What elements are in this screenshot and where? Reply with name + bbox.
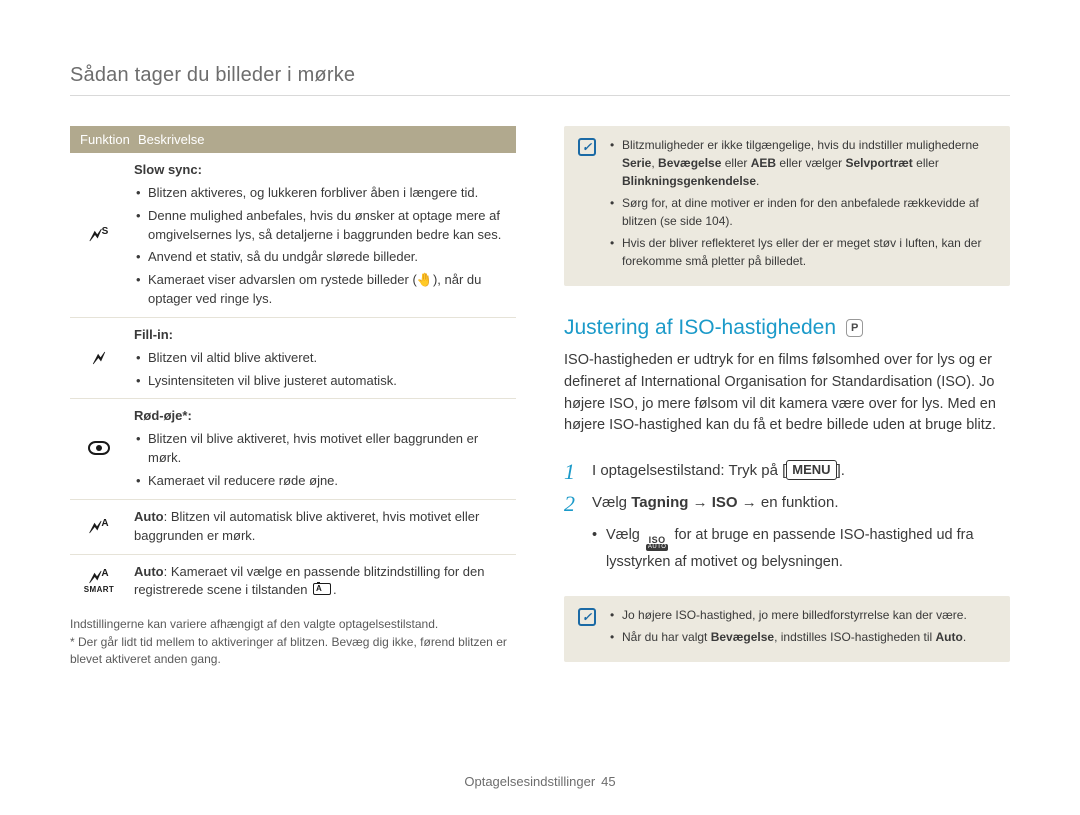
bullet-text: Kameraet vil reducere røde øjne. bbox=[134, 472, 510, 491]
right-column: ✓ Blitzmuligheder er ikke tilgængelige, … bbox=[564, 126, 1010, 668]
flash-auto-icon: 🗲A bbox=[70, 499, 128, 554]
row-title-fill-in: Fill-in: bbox=[134, 327, 173, 342]
red-eye-icon bbox=[70, 399, 128, 499]
note-bullet: Når du har valgt Bevægelse, indstilles I… bbox=[610, 628, 967, 646]
scene-mode-icon bbox=[313, 583, 331, 595]
left-column: Funktion Beskrivelse 🗲S Slow sync: Bli bbox=[70, 126, 516, 668]
bullet-text: Kameraet viser advarslen om rystede bill… bbox=[134, 271, 510, 309]
info-icon: ✓ bbox=[578, 138, 596, 156]
bullet-text: Blitzen vil altid blive aktiveret. bbox=[134, 349, 510, 368]
row-title-red-eye: Rød-øje*: bbox=[134, 408, 192, 423]
note-box-1: ✓ Blitzmuligheder er ikke tilgængelige, … bbox=[564, 126, 1010, 286]
info-icon: ✓ bbox=[578, 608, 596, 626]
step-1: 1 I optagelsestilstand: Tryk på [MENU]. bbox=[564, 459, 1010, 485]
step-sub-bullet: Vælg ISOAUTO for at bruge en passende IS… bbox=[592, 524, 1010, 574]
bullet-text: Lysintensiteten vil blive justeret autom… bbox=[134, 372, 510, 391]
th-funktion: Funktion bbox=[70, 126, 128, 153]
flash-fill-icon: 🗲 bbox=[70, 317, 128, 399]
bullet-text: Denne mulighed anbefales, hvis du ønsker… bbox=[134, 207, 510, 245]
bullet-text: Blitzen aktiveres, og lukkeren forbliver… bbox=[134, 184, 510, 203]
step-2: 2 Vælg Tagning → ISO → en funktion. bbox=[564, 491, 1010, 517]
footnotes: Indstillingerne kan variere afhængigt af… bbox=[70, 616, 516, 668]
flash-options-table: Funktion Beskrivelse 🗲S Slow sync: Bli bbox=[70, 126, 516, 608]
iso-auto-icon: ISOAUTO bbox=[646, 537, 669, 551]
note-bullet: Sørg for, at dine motiver er inden for d… bbox=[610, 194, 996, 230]
page-footer: Optagelsesindstillinger45 bbox=[0, 774, 1080, 789]
row-prefix-auto2: Auto bbox=[134, 564, 164, 579]
intro-paragraph: ISO-hastigheden er udtryk for en films f… bbox=[564, 350, 1010, 437]
step-number: 1 bbox=[564, 459, 592, 485]
row-prefix-auto1: Auto bbox=[134, 509, 164, 524]
section-heading-iso: Justering af ISO-hastigheden P bbox=[564, 316, 1010, 340]
flash-slow-sync-icon: 🗲S bbox=[70, 153, 128, 317]
th-beskrivelse: Beskrivelse bbox=[128, 126, 516, 153]
row-title-slow-sync: Slow sync: bbox=[134, 162, 202, 177]
note-box-2: ✓ Jo højere ISO-hastighed, jo mere bille… bbox=[564, 596, 1010, 662]
bullet-text: Anvend et stativ, så du undgår slørede b… bbox=[134, 248, 510, 267]
bullet-text: Blitzen vil blive aktiveret, hvis motive… bbox=[134, 430, 510, 468]
row-desc-auto2: : Kameraet vil vælge en passende blitzin… bbox=[134, 564, 484, 598]
page-title: Sådan tager du billeder i mørke bbox=[70, 64, 1010, 96]
note-bullet: Blitzmuligheder er ikke tilgængelige, hv… bbox=[610, 136, 996, 190]
menu-button-label: MENU bbox=[786, 460, 836, 480]
row-desc-auto1: : Blitzen vil automatisk blive aktiveret… bbox=[134, 509, 479, 543]
step-number: 2 bbox=[564, 491, 592, 517]
flash-auto-smart-icon: 🗲ASMART bbox=[70, 554, 128, 608]
note-bullet: Hvis der bliver reflekteret lys eller de… bbox=[610, 234, 996, 270]
mode-badge-p: P bbox=[846, 319, 863, 336]
note-bullet: Jo højere ISO-hastighed, jo mere billedf… bbox=[610, 606, 967, 624]
